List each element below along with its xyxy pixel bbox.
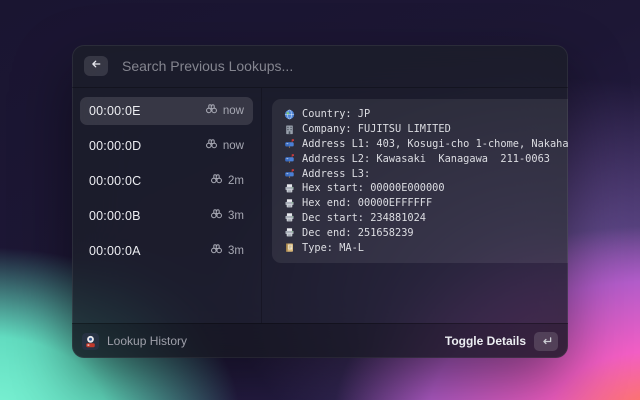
detail-line: Dec end: 251658239 <box>283 225 568 240</box>
mailbox-icon <box>283 168 295 179</box>
printer-icon <box>283 212 295 223</box>
list-item[interactable]: 00:00:0A 3m <box>80 237 253 265</box>
list-item-address: 00:00:0B <box>89 209 141 223</box>
detail-line: Hex start: 00000E000000 <box>283 181 568 196</box>
printer-icon <box>283 183 295 194</box>
detail-line: Address L1: 403, Kosugi-cho 1-chome, Nak… <box>283 137 568 152</box>
detail-line: Hex end: 00000EFFFFFF <box>283 196 568 211</box>
office-building-icon <box>283 124 295 135</box>
list-item[interactable]: 00:00:0E now <box>80 97 253 125</box>
back-button[interactable] <box>84 56 108 76</box>
detail-line-text: Company: FUJITSU LIMITED <box>302 123 451 135</box>
detail-line-text: Address L3: <box>302 168 370 180</box>
detail-line-text: Address L2: Kawasaki Kanagawa 211-0063 <box>302 153 550 165</box>
list-item-address: 00:00:0E <box>89 104 141 118</box>
list-item-time: now <box>223 140 244 152</box>
list-item-accessory: now <box>205 102 244 120</box>
globe-icon <box>283 109 295 120</box>
printer-icon <box>283 227 295 238</box>
lookup-history-app-icon <box>82 333 99 350</box>
binoculars-icon <box>210 207 223 225</box>
detail-line: Address L2: Kawasaki Kanagawa 211-0063 <box>283 151 568 166</box>
list-item-time: 2m <box>228 175 244 187</box>
list-item-accessory: 3m <box>210 207 244 225</box>
list-item-address: 00:00:0D <box>89 139 141 153</box>
toggle-details-button[interactable]: Toggle Details <box>445 334 526 348</box>
detail-line: Dec start: 234881024 <box>283 211 568 226</box>
list-item-address: 00:00:0C <box>89 174 141 188</box>
details-panel: Country: JP Company: FUJITSU LIMITED Addre… <box>262 88 568 323</box>
content-area: 00:00:0E now 00:00:0D now 00:00:0C 2m 00:00:0B… <box>72 88 568 323</box>
list-item-accessory: 2m <box>210 172 244 190</box>
detail-line-text: Dec end: 251658239 <box>302 227 414 239</box>
mailbox-icon <box>283 138 295 149</box>
detail-line: Company: FUJITSU LIMITED <box>283 122 568 137</box>
binoculars-icon <box>210 172 223 190</box>
footer-app-label: Lookup History <box>107 334 187 348</box>
search-input[interactable] <box>120 57 556 75</box>
detail-line-text: Type: MA-L <box>302 242 364 254</box>
back-arrow-icon <box>90 57 102 75</box>
detail-line-text: Hex start: 00000E000000 <box>302 182 445 194</box>
detail-line-text: Address L1: 403, Kosugi-cho 1-chome, Nak… <box>302 138 568 150</box>
list-item-time: 3m <box>228 245 244 257</box>
printer-icon <box>283 198 295 209</box>
detail-line: Address L3: <box>283 166 568 181</box>
detail-line: Country: JP <box>283 107 568 122</box>
list-item-time: now <box>223 105 244 117</box>
search-header <box>72 45 568 88</box>
binoculars-icon <box>210 242 223 260</box>
list-item[interactable]: 00:00:0C 2m <box>80 167 253 195</box>
detail-line: Type: MA-L <box>283 240 568 255</box>
list-item-address: 00:00:0A <box>89 244 141 258</box>
list-item-accessory: 3m <box>210 242 244 260</box>
binoculars-icon <box>205 137 218 155</box>
list-item[interactable]: 00:00:0D now <box>80 132 253 160</box>
footer-bar: Lookup History Toggle Details <box>72 323 568 358</box>
desktop-background: 00:00:0E now 00:00:0D now 00:00:0C 2m 00:00:0B… <box>0 0 640 400</box>
list-item-accessory: now <box>205 137 244 155</box>
return-key-icon[interactable] <box>534 332 558 351</box>
list-item[interactable]: 00:00:0B 3m <box>80 202 253 230</box>
detail-line-text: Country: JP <box>302 108 370 120</box>
mailbox-icon <box>283 153 295 164</box>
detail-line-text: Hex end: 00000EFFFFFF <box>302 197 432 209</box>
ledger-icon <box>283 242 295 253</box>
list-item-time: 3m <box>228 210 244 222</box>
details-card: Country: JP Company: FUJITSU LIMITED Addre… <box>272 99 568 263</box>
lookup-list: 00:00:0E now 00:00:0D now 00:00:0C 2m 00:00:0B… <box>72 88 262 323</box>
detail-line-text: Dec start: 234881024 <box>302 212 426 224</box>
launcher-window: 00:00:0E now 00:00:0D now 00:00:0C 2m 00:00:0B… <box>72 45 568 358</box>
binoculars-icon <box>205 102 218 120</box>
